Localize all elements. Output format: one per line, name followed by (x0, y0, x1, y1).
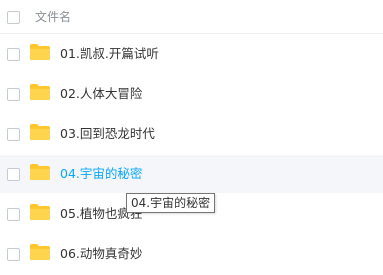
row-checkbox[interactable] (7, 88, 20, 101)
file-row[interactable]: 06.动物真奇妙 (0, 235, 383, 273)
row-checkbox[interactable] (7, 208, 20, 221)
folder-icon (30, 204, 50, 220)
file-name[interactable]: 01.凯叔.开篇试听 (60, 45, 159, 62)
row-checkbox[interactable] (7, 168, 20, 181)
file-row[interactable]: 02.人体大冒险 (0, 75, 383, 113)
file-row[interactable]: 03.回到恐龙时代 (0, 115, 383, 153)
row-checkbox[interactable] (7, 48, 20, 61)
row-checkbox[interactable] (7, 248, 20, 261)
select-all-checkbox[interactable] (7, 11, 20, 24)
file-name[interactable]: 06.动物真奇妙 (60, 245, 142, 262)
folder-icon (30, 164, 50, 180)
file-list-header: 文件名 (0, 0, 383, 34)
folder-icon (30, 244, 50, 260)
folder-icon (30, 84, 50, 100)
folder-icon (30, 124, 50, 140)
file-row[interactable]: 01.凯叔.开篇试听 (0, 35, 383, 73)
folder-icon (30, 44, 50, 60)
file-name-link[interactable]: 04.宇宙的秘密 (60, 165, 142, 182)
filename-column-header[interactable]: 文件名 (35, 9, 71, 25)
file-name[interactable]: 02.人体大冒险 (60, 85, 142, 102)
filename-tooltip: 04.宇宙的秘密 (126, 193, 216, 213)
row-checkbox[interactable] (7, 128, 20, 141)
file-name[interactable]: 03.回到恐龙时代 (60, 125, 155, 142)
file-row-hovered[interactable]: 04.宇宙的秘密 (0, 155, 383, 193)
